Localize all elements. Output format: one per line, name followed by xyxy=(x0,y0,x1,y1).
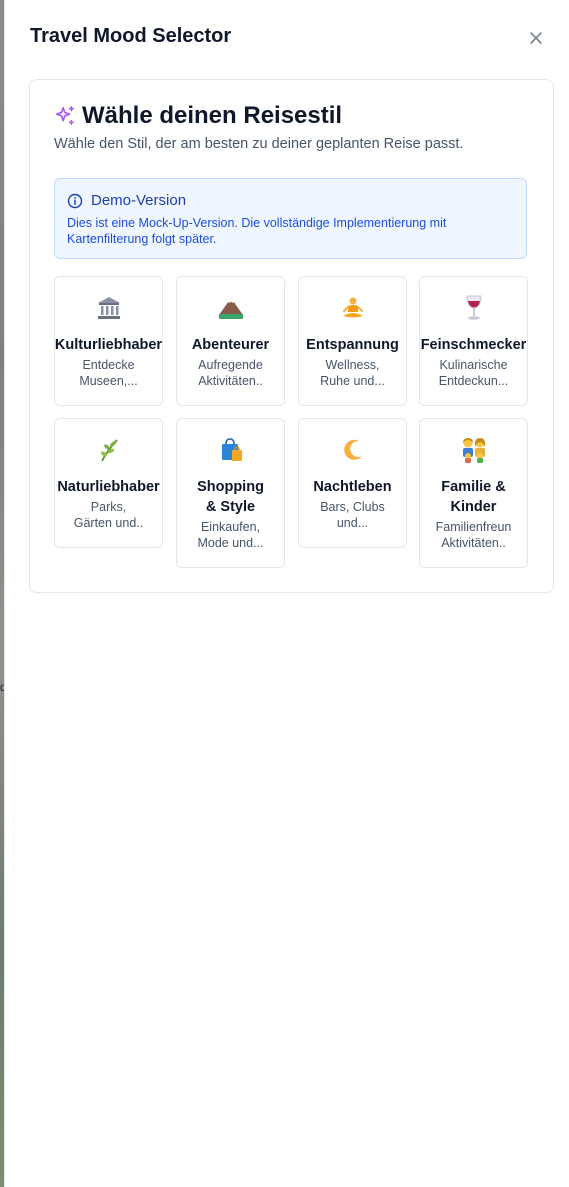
mood-desc-line: Ruhe und... xyxy=(320,374,385,388)
mood-label: Abenteurer xyxy=(191,337,270,353)
mood-description: Entdecke Museen,... xyxy=(69,357,148,389)
mood-desc-line: Familienfreun xyxy=(435,520,512,534)
mood-label-line: Kinder xyxy=(450,499,497,515)
mood-desc-line: Mode und... xyxy=(197,536,264,550)
mood-desc-line: Einkaufen, xyxy=(200,520,261,534)
mood-description: Familienfreun Aktivitäten.. xyxy=(434,519,513,551)
mood-label-line: & Style xyxy=(205,499,256,515)
mood-tile-shopping-style[interactable]: Shopping & Style Einkaufen, Mode und... xyxy=(176,418,285,568)
mood-description: Kulinarische Entdeckun... xyxy=(434,357,513,389)
travel-mood-dialog: Travel Mood Selector Wähle deinen Reises… xyxy=(4,0,569,1187)
crescent-moon-icon xyxy=(343,439,362,460)
mood-selector-card: Wähle deinen Reisestil Wähle den Stil, d… xyxy=(29,79,554,593)
mood-desc-line: Museen,... xyxy=(79,374,138,388)
mood-description: Einkaufen, Mode und... xyxy=(191,519,270,551)
mood-tile-abenteurer[interactable]: Abenteurer Aufregende Aktivitäten.. xyxy=(176,276,285,406)
wine-glass-icon xyxy=(465,295,482,320)
mood-label-line: Shopping xyxy=(197,479,264,495)
mood-label: Naturliebhaber xyxy=(57,479,160,495)
family-icon xyxy=(462,438,485,463)
mood-label: Feinschmecker xyxy=(420,337,527,353)
mood-desc-line: Kulinarische xyxy=(439,358,508,372)
mountain-icon xyxy=(218,298,243,319)
mood-desc-line: Aktivitäten.. xyxy=(198,374,263,388)
mood-label: Familie & Kinder xyxy=(420,477,527,517)
info-icon xyxy=(67,193,83,208)
demo-notice-text: Dies ist eine Mock-Up-Version. Die volls… xyxy=(67,216,447,246)
card-title: Wähle deinen Reisestil xyxy=(82,102,343,129)
mood-desc-line: Bars, Clubs xyxy=(320,500,385,514)
mood-description: Parks, Gärten und.. xyxy=(69,499,148,531)
mood-label: Shopping & Style xyxy=(177,477,284,517)
dialog-title: Travel Mood Selector xyxy=(30,25,232,47)
mood-label: Kulturliebhaber xyxy=(54,337,163,353)
mood-desc-line: Parks, xyxy=(90,500,127,514)
close-button[interactable] xyxy=(525,27,547,49)
card-header: Wähle deinen Reisestil xyxy=(54,102,342,130)
herb-icon xyxy=(100,439,118,462)
demo-notice-title: Demo-Version xyxy=(91,192,187,209)
mood-desc-line: Wellness, xyxy=(325,358,380,372)
sparkles-icon xyxy=(55,106,75,125)
demo-notice-header: Demo-Version xyxy=(67,192,186,209)
demo-notice: Demo-Version Dies ist eine Mock-Up-Versi… xyxy=(54,178,527,259)
mood-label: Nachtleben xyxy=(313,479,392,495)
meditation-icon xyxy=(342,297,363,318)
mood-label: Entspannung xyxy=(306,337,399,353)
mood-desc-line: und... xyxy=(336,516,369,530)
mood-label-line: Familie & xyxy=(441,479,506,495)
mood-tile-feinschmecker[interactable]: Feinschmecker Kulinarische Entdeckun... xyxy=(419,276,528,406)
mood-desc-line: Gärten und.. xyxy=(73,516,144,530)
mood-desc-line: Entdeckun... xyxy=(438,374,509,388)
shopping-bags-icon xyxy=(221,438,242,461)
mood-description: Wellness, Ruhe und... xyxy=(313,357,392,389)
mood-description: Aufregende Aktivitäten.. xyxy=(191,357,270,389)
mood-tile-nachtleben[interactable]: Nachtleben Bars, Clubs und... xyxy=(298,418,407,548)
museum-icon xyxy=(97,297,120,319)
mood-tile-entspannung[interactable]: Entspannung Wellness, Ruhe und... xyxy=(298,276,407,406)
mood-description: Bars, Clubs und... xyxy=(313,499,392,531)
mood-tile-kulturliebhaber[interactable]: Kulturliebhaber Entdecke Museen,... xyxy=(54,276,163,406)
close-icon xyxy=(530,32,542,44)
mood-tile-familie-kinder[interactable]: Familie & Kinder Familienfreun Aktivität… xyxy=(419,418,528,568)
mood-desc-line: Aktivitäten.. xyxy=(441,536,506,550)
mood-desc-line: Entdecke xyxy=(82,358,135,372)
card-subtitle: Wähle den Stil, der am besten zu deiner … xyxy=(54,136,464,152)
mood-tile-naturliebhaber[interactable]: Naturliebhaber Parks, Gärten und.. xyxy=(54,418,163,548)
mood-desc-line: Aufregende xyxy=(198,358,263,372)
